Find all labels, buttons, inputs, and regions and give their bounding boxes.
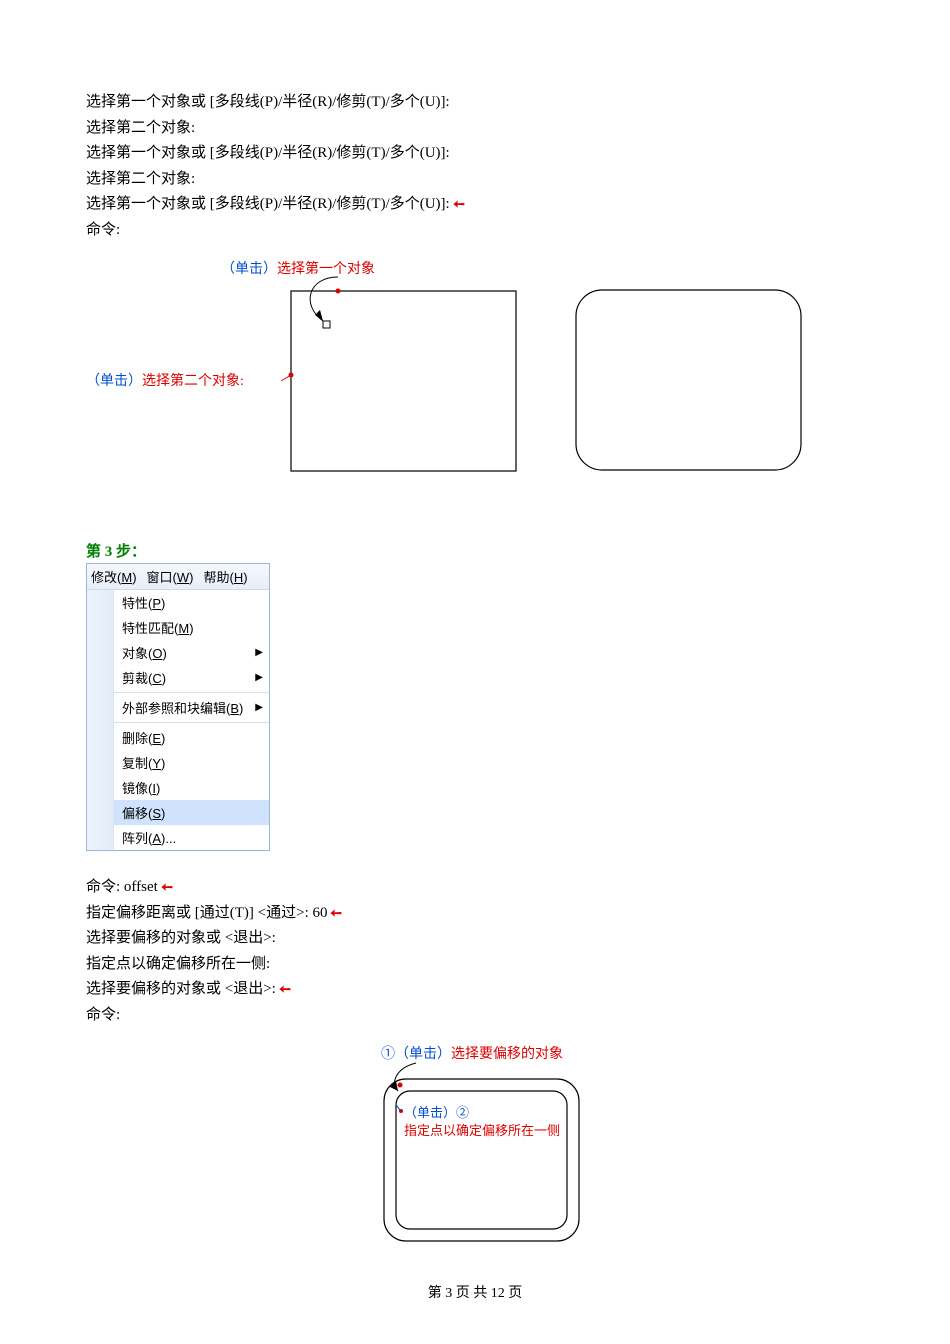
- submenu-arrow-icon: ▶: [255, 647, 263, 658]
- command-block-1: 选择第一个对象或 [多段线(P)/半径(R)/修剪(T)/多个(U)]:选择第二…: [86, 90, 864, 243]
- figure-label: 选择第一个对象: [277, 260, 375, 277]
- menu-item[interactable]: 剪裁(C)▶: [114, 665, 269, 690]
- menu-item[interactable]: 删除(E): [114, 725, 269, 750]
- dropdown-menu: 修改(M) 窗口(W) 帮助(H) 特性(P)特性匹配(M)对象(O)▶剪裁(C)▶…: [86, 563, 270, 851]
- command-line: 指定偏移距离或 [通过(T)] <通过>: 60➚: [86, 901, 864, 927]
- command-line: 选择要偏移的对象或 <退出>:➚: [86, 977, 864, 1003]
- enter-icon: ➚: [155, 875, 180, 900]
- menu-item[interactable]: 偏移(S): [114, 800, 269, 825]
- command-line: 命令:: [86, 218, 864, 244]
- submenu-arrow-icon: ▶: [255, 672, 263, 683]
- menubar-item[interactable]: 窗口(W): [147, 567, 194, 586]
- command-line: 选择第二个对象:: [86, 116, 864, 142]
- document-page: 选择第一个对象或 [多段线(P)/半径(R)/修剪(T)/多个(U)]:选择第二…: [0, 0, 950, 1332]
- menu-items: 特性(P)特性匹配(M)对象(O)▶剪裁(C)▶ 外部参照和块编辑(B)▶ 删除(E…: [114, 590, 269, 850]
- menu-item[interactable]: 镜像(I): [114, 775, 269, 800]
- click-prefix: ①（单击）: [381, 1046, 451, 1062]
- submenu-arrow-icon: ▶: [255, 702, 263, 713]
- command-line: 选择第二个对象:: [86, 167, 864, 193]
- menubar-item[interactable]: 修改(M): [91, 567, 137, 586]
- menu-item[interactable]: 特性匹配(M): [114, 615, 269, 640]
- figure-rounded-rect: [566, 285, 816, 485]
- command-line: 选择第一个对象或 [多段线(P)/半径(R)/修剪(T)/多个(U)]:: [86, 141, 864, 167]
- command-line: 指定点以确定偏移所在一侧:: [86, 952, 864, 978]
- svg-text:（单击）选择第一个对象: （单击）选择第一个对象: [221, 260, 375, 277]
- command-line: 选择要偏移的对象或 <退出>:: [86, 926, 864, 952]
- command-line: 命令:: [86, 1003, 864, 1029]
- page-footer: 第 3 页 共 12 页: [86, 1282, 864, 1302]
- step-heading: 第 3 步：: [86, 540, 864, 561]
- click-prefix: （单击）: [221, 261, 277, 277]
- click-prefix: （单击）: [86, 373, 142, 389]
- command-line: 命令: offset➚: [86, 875, 864, 901]
- enter-icon: ➚: [273, 977, 298, 1002]
- menu-bar: 修改(M) 窗口(W) 帮助(H): [87, 564, 269, 590]
- figure-label: 选择要偏移的对象: [451, 1046, 563, 1062]
- menu-separator: [114, 722, 269, 723]
- menu-item[interactable]: 外部参照和块编辑(B)▶: [114, 695, 269, 720]
- menu-item[interactable]: 对象(O)▶: [114, 640, 269, 665]
- command-block-2: 命令: offset➚指定偏移距离或 [通过(T)] <通过>: 60➚选择要偏…: [86, 875, 864, 1028]
- figure-fillet-left: （单击）选择第一个对象 （单击）选择第二个对象:: [86, 255, 536, 475]
- enter-icon: ➚: [447, 192, 472, 217]
- svg-text:（单击）选择第二个对象:: （单击）选择第二个对象:: [86, 372, 244, 389]
- menu-item[interactable]: 阵列(A)...: [114, 825, 269, 850]
- command-line: 选择第一个对象或 [多段线(P)/半径(R)/修剪(T)/多个(U)]:: [86, 90, 864, 116]
- svg-text:指定点以确定偏移所在一侧: 指定点以确定偏移所在一侧: [404, 1123, 560, 1138]
- enter-icon: ➚: [325, 901, 350, 926]
- menu-gutter: [87, 590, 114, 850]
- command-line: 选择第一个对象或 [多段线(P)/半径(R)/修剪(T)/多个(U)]:➚: [86, 192, 864, 218]
- menu-separator: [114, 692, 269, 693]
- svg-text:①（单击）选择要偏移的对象: ①（单击）选择要偏移的对象: [381, 1046, 563, 1062]
- menu-item[interactable]: 特性(P): [114, 590, 269, 615]
- figure-offset: ①（单击）选择要偏移的对象 （单击）② 指定点以确定偏移所在一侧: [366, 1043, 864, 1258]
- figure-label: 选择第二个对象:: [142, 372, 244, 389]
- menubar-item[interactable]: 帮助(H): [204, 567, 248, 586]
- figure-row-1: （单击）选择第一个对象 （单击）选择第二个对象:: [86, 255, 864, 485]
- svg-text:（单击）②: （单击）②: [404, 1105, 469, 1120]
- menu-item[interactable]: 复制(Y): [114, 750, 269, 775]
